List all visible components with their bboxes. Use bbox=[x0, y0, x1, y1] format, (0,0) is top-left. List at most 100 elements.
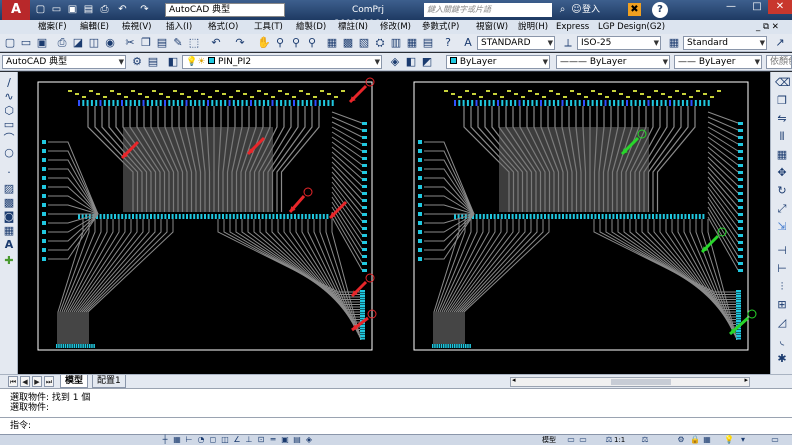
3d-dwf-icon[interactable]: ◉ bbox=[103, 36, 117, 50]
linetype-combo[interactable]: ——— ByLayer ▼ bbox=[556, 55, 670, 69]
arc-icon[interactable]: ⌒ bbox=[2, 132, 16, 146]
lineweight-icon[interactable]: ═ bbox=[268, 435, 278, 445]
rectangle-icon[interactable]: ▭ bbox=[2, 118, 16, 132]
layer-states-icon[interactable]: ◧ bbox=[166, 55, 180, 69]
undo-icon[interactable]: ↶ bbox=[116, 3, 129, 16]
horizontal-scrollbar[interactable]: ◂ ▸ bbox=[510, 376, 750, 387]
grid-icon[interactable]: ▦ bbox=[172, 435, 182, 445]
multileader-style-icon[interactable]: ↗ bbox=[773, 36, 787, 50]
quickcalc-icon[interactable]: ▦ bbox=[405, 36, 419, 50]
menu-draw[interactable]: 繪製(D) bbox=[296, 20, 326, 34]
plot-style-combo[interactable]: 依顏色 bbox=[766, 55, 792, 69]
paste-icon[interactable]: ▤ bbox=[155, 36, 169, 50]
exchange-icon[interactable]: ✖ bbox=[628, 3, 641, 16]
menu-express[interactable]: Express bbox=[556, 20, 589, 34]
menu-file[interactable]: 檔案(F) bbox=[38, 20, 67, 34]
annotation-scale-value[interactable]: 1:1 bbox=[614, 435, 625, 445]
workspace-switcher[interactable]: AutoCAD 典型 bbox=[165, 3, 285, 17]
maximize-button[interactable]: □ bbox=[744, 0, 770, 14]
drawing-canvas[interactable] bbox=[18, 72, 770, 374]
plot-preview-icon[interactable]: ◪ bbox=[71, 36, 85, 50]
ducs-icon[interactable]: ⊥ bbox=[244, 435, 254, 445]
tool-palettes-icon[interactable]: ▧ bbox=[357, 36, 371, 50]
stretch-icon[interactable]: ⇲ bbox=[775, 220, 789, 234]
menu-tools[interactable]: 工具(T) bbox=[254, 20, 283, 34]
transparency-icon[interactable]: ▣ bbox=[280, 435, 290, 445]
menu-insert[interactable]: 插入(I) bbox=[166, 20, 192, 34]
dim-style-combo[interactable]: ISO-25 ▼ bbox=[577, 36, 661, 50]
text-style-icon[interactable]: A bbox=[461, 36, 475, 50]
pan-icon[interactable]: ✋ bbox=[257, 36, 271, 50]
polar-icon[interactable]: ◔ bbox=[196, 435, 206, 445]
new-file-icon[interactable]: ▢ bbox=[34, 3, 47, 16]
doc-window-controls[interactable]: _ ⧉ ✕ bbox=[756, 20, 779, 34]
mtext-icon[interactable]: A bbox=[2, 238, 16, 252]
quick-view-layouts-icon[interactable]: ▭ bbox=[566, 435, 576, 445]
scroll-right-icon[interactable]: ▸ bbox=[744, 376, 748, 384]
break-icon[interactable]: ⫶ bbox=[775, 280, 789, 294]
menu-view[interactable]: 檢視(V) bbox=[122, 20, 151, 34]
redo-icon[interactable]: ↷ bbox=[138, 3, 151, 16]
minimize-button[interactable]: — bbox=[718, 0, 744, 14]
snap-icon[interactable]: ┼ bbox=[160, 435, 170, 445]
block-editor-icon[interactable]: ⬚ bbox=[187, 36, 201, 50]
command-prompt[interactable]: 指令: bbox=[10, 421, 31, 432]
sheet-set-icon[interactable]: ⛭ bbox=[373, 36, 387, 50]
mirror-icon[interactable]: ⇋ bbox=[775, 112, 789, 126]
help-button[interactable]: ? bbox=[652, 2, 668, 18]
scroll-left-icon[interactable]: ◂ bbox=[512, 376, 516, 384]
workspace-settings-icon[interactable]: ⚙ bbox=[130, 55, 144, 69]
extend-icon[interactable]: ⊢ bbox=[775, 262, 789, 276]
application-menu-button[interactable]: A bbox=[2, 0, 30, 20]
help-icon[interactable]: ? bbox=[441, 36, 455, 50]
close-button[interactable]: ✕ bbox=[768, 0, 792, 14]
scroll-thumb[interactable] bbox=[611, 379, 671, 385]
menu-window[interactable]: 視窗(W) bbox=[476, 20, 508, 34]
dim-style-icon[interactable]: ⟂ bbox=[561, 36, 575, 50]
region-icon[interactable]: ◙ bbox=[2, 210, 16, 224]
dyn-icon[interactable]: ⊡ bbox=[256, 435, 266, 445]
redo-icon[interactable]: ↷ bbox=[233, 36, 247, 50]
open-icon[interactable]: ▭ bbox=[19, 36, 33, 50]
join-icon[interactable]: ⊞ bbox=[775, 298, 789, 312]
cut-icon[interactable]: ✂ bbox=[123, 36, 137, 50]
tab-model[interactable]: 模型 bbox=[60, 375, 89, 388]
print-icon[interactable]: ⎙ bbox=[98, 3, 111, 16]
selection-cycling-icon[interactable]: ◈ bbox=[304, 435, 314, 445]
circle-icon[interactable]: ○ bbox=[2, 146, 16, 160]
login-button[interactable]: 登入 bbox=[582, 3, 600, 17]
table-style-combo[interactable]: Standard ▼ bbox=[683, 36, 767, 50]
erase-icon[interactable]: ⌫ bbox=[775, 76, 791, 90]
layer-iso-icon[interactable]: ◩ bbox=[420, 55, 434, 69]
publish-icon[interactable]: ◫ bbox=[87, 36, 101, 50]
lineweight-combo[interactable]: —— ByLayer ▼ bbox=[674, 55, 762, 69]
zoom-window-icon[interactable]: ⚲ bbox=[289, 36, 303, 50]
zoom-realtime-icon[interactable]: ⚲ bbox=[273, 36, 287, 50]
menu-parametric[interactable]: 參數式(P) bbox=[422, 20, 459, 34]
trim-icon[interactable]: ⊣ bbox=[775, 244, 789, 258]
quick-properties-icon[interactable]: ▤ bbox=[292, 435, 302, 445]
annotation-visibility-icon[interactable]: ⚖ bbox=[640, 435, 650, 445]
tab-layout1[interactable]: 配置1 bbox=[92, 375, 126, 388]
array-icon[interactable]: ▦ bbox=[775, 148, 789, 162]
last-tab-icon[interactable]: ⏭ bbox=[44, 376, 54, 387]
rotate-icon[interactable]: ↻ bbox=[775, 184, 789, 198]
prev-tab-icon[interactable]: ◀ bbox=[20, 376, 30, 387]
color-combo[interactable]: ByLayer ▼ bbox=[446, 55, 550, 69]
model-space-label[interactable]: 模型 bbox=[542, 435, 556, 445]
scale-icon[interactable]: ⤢ bbox=[775, 202, 789, 216]
design-center-icon[interactable]: ▩ bbox=[341, 36, 355, 50]
quick-view-drawings-icon[interactable]: ▭ bbox=[578, 435, 588, 445]
command-line[interactable]: 選取物件: 找到 1 個 選取物件: 指令: bbox=[0, 388, 792, 434]
pcb-drawing[interactable] bbox=[18, 72, 770, 374]
zoom-previous-icon[interactable]: ⚲ bbox=[305, 36, 319, 50]
isolate-objects-icon[interactable]: 💡 bbox=[724, 435, 734, 445]
undo-icon[interactable]: ↶ bbox=[209, 36, 223, 50]
explode-icon[interactable]: ✱ bbox=[775, 352, 789, 366]
text-style-combo[interactable]: STANDARD ▼ bbox=[477, 36, 555, 50]
3d-osnap-icon[interactable]: ◫ bbox=[220, 435, 230, 445]
markup-icon[interactable]: ▥ bbox=[389, 36, 403, 50]
menu-help[interactable]: 說明(H) bbox=[518, 20, 548, 34]
add-selected-icon[interactable]: ✚ bbox=[2, 254, 16, 268]
menu-format[interactable]: 格式(O) bbox=[208, 20, 238, 34]
